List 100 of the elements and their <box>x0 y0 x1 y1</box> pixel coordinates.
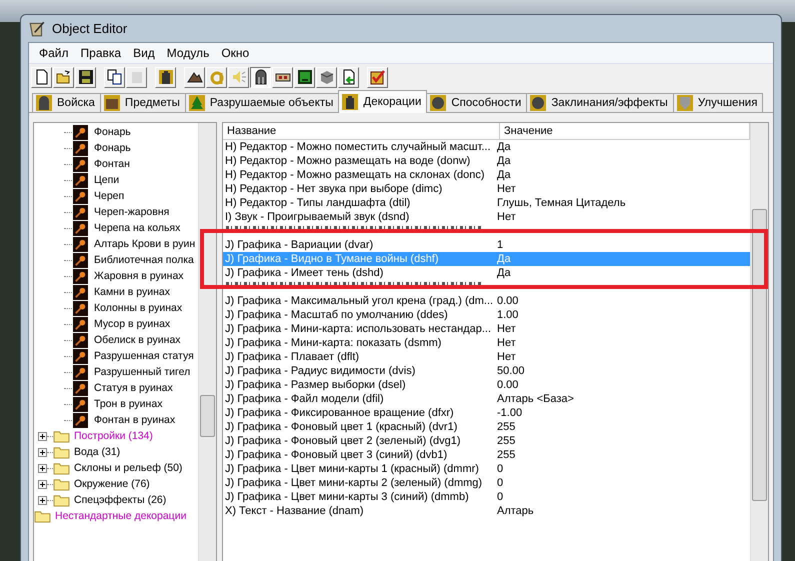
tree-item[interactable]: Мусор в руинах <box>94 318 170 330</box>
table-row[interactable]: J) Графика - Плавает (dflt) Нет <box>223 350 750 364</box>
tab[interactable]: Предметы <box>100 93 186 112</box>
tree-item[interactable]: Окружение (76) <box>74 478 150 490</box>
tree-item[interactable]: Камни в руинах <box>94 286 170 298</box>
expand-toggle[interactable] <box>38 496 47 504</box>
tree-item[interactable]: Фонарь <box>94 126 131 138</box>
table-cell-text: H) Редактор - Можно размещать на воде (donw) <box>224 154 472 168</box>
tree-item[interactable]: Череп-жаровня <box>94 206 170 218</box>
toolbar-save-icon <box>78 69 94 85</box>
torch-icon <box>73 268 88 284</box>
table-cell-text: J) Графика - Вариации (dvar) <box>224 238 374 252</box>
tree-item[interactable]: Цепи <box>94 174 120 186</box>
tree-item[interactable]: Библиотечная полка <box>94 254 194 266</box>
tree-item[interactable]: Фонарь <box>94 142 131 154</box>
table-row[interactable]: J) Графика - Цвет мини-карты 2 (зеленый) (dmmg) 0 <box>223 476 750 490</box>
tree-item[interactable]: Склоны и рельеф (50) <box>74 462 182 474</box>
tab[interactable]: Разрушаемые объекты <box>184 93 340 112</box>
table-row[interactable]: J) Графика - Максимальный угол крена (град.) (dm... 0.00 <box>223 294 750 308</box>
tab[interactable]: Декорации <box>338 90 428 113</box>
toolbar-helmet-icon <box>252 69 268 85</box>
table-cell-text: Нет <box>497 350 517 364</box>
tree-item[interactable]: Статуя в руинах <box>94 382 173 394</box>
tree-item[interactable]: Разрушенный тигел <box>94 366 190 378</box>
table-cell-text: J) Графика - Масштаб по умолчанию (ddes) <box>224 308 449 322</box>
torch-icon <box>73 172 88 188</box>
table-row[interactable]: J) Графика - Мини-карта: показать (dsmm) Нет <box>223 336 750 350</box>
tab[interactable]: Улучшения <box>672 93 764 112</box>
tab-helmet-icon <box>36 95 52 111</box>
expand-toggle[interactable] <box>38 448 47 456</box>
menu-item[interactable]: Вид <box>127 46 161 60</box>
torch-icon <box>73 396 88 412</box>
table-row[interactable]: J) Графика - Фоновый цвет 1 (красный) (dvr1) 255 <box>223 420 750 434</box>
menu-item[interactable]: Файл <box>33 46 75 60</box>
torch-icon <box>73 124 88 140</box>
menu-item[interactable]: Модуль <box>160 46 216 60</box>
scrollbar[interactable] <box>198 123 216 561</box>
tree-item[interactable]: Фонтан <box>94 158 130 170</box>
tree-item[interactable]: Колонны в руинах <box>94 302 182 314</box>
toolbar-button[interactable] <box>250 66 271 88</box>
torch-icon <box>73 140 88 156</box>
tree-item[interactable]: Разрушенная статуя <box>94 350 194 362</box>
column-header[interactable]: Название <box>223 123 500 139</box>
toolbar-copy-icon <box>106 69 122 85</box>
table-row[interactable]: I) Звук - Проигрываемый звук (dsnd) Нет <box>223 210 750 224</box>
tree-item[interactable]: Череп <box>94 190 124 202</box>
expand-toggle[interactable] <box>38 480 47 488</box>
menu-item[interactable]: Правка <box>74 46 128 60</box>
table-row[interactable]: H) Редактор - Нет звука при выборе (dimc) Нет <box>223 182 750 196</box>
tree-item[interactable]: Вода (31) <box>74 446 120 458</box>
menu-item[interactable]: Окно <box>215 46 256 60</box>
tree-item[interactable]: Нестандартные декорации <box>55 510 186 522</box>
table-cell-text: J) Графика - Мини-карта: использовать нестандар... <box>224 322 492 336</box>
folder-icon <box>34 510 51 522</box>
torch-icon <box>73 300 88 316</box>
table-cell-text: J) Графика - Фоновый цвет 3 (синий) (dvb1) <box>224 448 448 462</box>
table-row[interactable]: H) Редактор - Можно размещать на воде (donw) Да <box>223 154 750 168</box>
table-cell-text: J) Графика - Фиксированное вращение (dfxr) <box>224 406 455 420</box>
table-row[interactable]: J) Графика - Фоновый цвет 2 (зеленый) (dvg1) 255 <box>223 434 750 448</box>
scrollbar[interactable] <box>750 123 768 561</box>
table-cell-text: I) Звук - Проигрываемый звук (dsnd) <box>224 210 410 224</box>
table-row[interactable]: H) Редактор - Можно поместить случайный масшт... Да <box>223 140 750 154</box>
table-cell-text: H) Редактор - Типы ландшафта (dtil) <box>224 196 412 210</box>
table-cell-text: J) Графика - Максимальный угол крена (град.) (dm... <box>224 294 494 308</box>
table-row[interactable]: J) Графика - Фиксированное вращение (dfxr) -1.00 <box>223 406 750 420</box>
table-row[interactable]: X) Текст - Название (dnam) Алтарь <box>223 504 750 518</box>
table-cell-text: J) Графика - Плавает (dflt) <box>224 350 360 364</box>
toolbar-open-icon <box>56 69 72 85</box>
folder-icon <box>53 494 70 506</box>
tree-item[interactable]: Обелиск в руинах <box>94 334 181 346</box>
tree-item[interactable]: Черепа на кольях <box>94 222 180 234</box>
tree-item[interactable]: Трон в руинах <box>94 398 162 410</box>
tree-item[interactable]: Фонтан в руинах <box>94 414 176 426</box>
table-cell-text: 0.00 <box>497 294 520 308</box>
torch-icon <box>73 220 88 236</box>
torch-icon <box>73 284 88 300</box>
table-row[interactable]: J) Графика - Радиус видимости (dvis) 50.00 <box>223 364 750 378</box>
table-row[interactable]: J) Графика - Вариации (dvar) 1 <box>223 238 750 252</box>
tab[interactable]: Способности <box>426 93 528 112</box>
table-row[interactable]: J) Графика - Цвет мини-карты 3 (синий) (dmmb) 0 <box>223 490 750 504</box>
expand-toggle[interactable] <box>38 432 47 440</box>
table-row[interactable]: J) Графика - Имеет тень (dshd) Да <box>223 266 750 280</box>
expand-toggle[interactable] <box>38 464 47 472</box>
tab[interactable]: Войска <box>32 93 101 112</box>
table-row[interactable]: J) Графика - Цвет мини-карты 1 (красный) (dmmr) 0 <box>223 462 750 476</box>
table-row[interactable]: J) Графика - Масштаб по умолчанию (ddes) 1.00 <box>223 308 750 322</box>
table-row[interactable]: J) Графика - Мини-карта: использовать нестандар... Нет <box>223 322 750 336</box>
tree-item[interactable]: Жаровня в руинах <box>94 270 184 282</box>
table-row[interactable]: H) Редактор - Типы ландшафта (dtil) Глушь, Темная Цитадель <box>223 196 750 210</box>
tab[interactable]: Заклинания/эффекты <box>526 93 674 112</box>
table-row[interactable]: H) Редактор - Можно размещать на склонах (donc) Да <box>223 168 750 182</box>
table-cell-text: H) Редактор - Нет звука при выборе (dimc) <box>224 182 444 196</box>
table-row[interactable]: J) Графика - Размер выборки (dsel) 0.00 <box>223 378 750 392</box>
tree-item[interactable]: Спецэффекты (26) <box>74 494 166 506</box>
table-cell-text: 0 <box>497 490 504 504</box>
table-row[interactable]: J) Графика - Фоновый цвет 3 (синий) (dvb1) 255 <box>223 448 750 462</box>
torch-icon <box>73 316 88 332</box>
tree-item[interactable]: Постройки (134) <box>74 430 153 442</box>
table-row[interactable]: J) Графика - Файл модели (dfil) Алтарь <База> <box>223 392 750 406</box>
tree-item[interactable]: Алтарь Крови в руин <box>94 238 196 250</box>
